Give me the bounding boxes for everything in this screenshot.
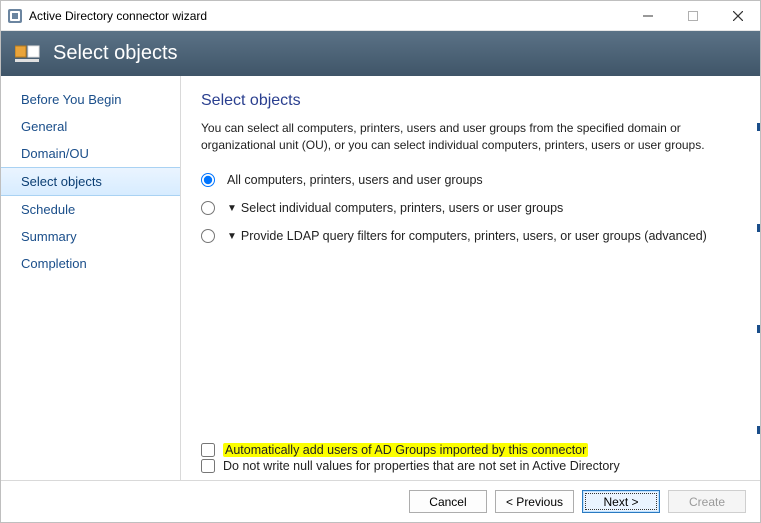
selection-mode-group: All computers, printers, users and user … xyxy=(201,173,746,243)
checkbox-option-1[interactable]: Do not write null values for properties … xyxy=(201,458,746,474)
sidebar-item-domain-ou[interactable]: Domain/OU xyxy=(1,140,180,167)
radio-input-1[interactable] xyxy=(201,201,215,215)
sidebar-item-schedule[interactable]: Schedule xyxy=(1,196,180,223)
checkbox-option-0[interactable]: Automatically add users of AD Groups imp… xyxy=(201,442,746,458)
checkbox-input-0[interactable] xyxy=(201,443,215,457)
chevron-down-icon: ▼ xyxy=(227,231,237,242)
radio-input-0[interactable] xyxy=(201,173,215,187)
edge-marker xyxy=(757,325,760,333)
radio-option-0[interactable]: All computers, printers, users and user … xyxy=(201,173,746,187)
banner: Select objects xyxy=(1,31,760,76)
checkbox-label: Automatically add users of AD Groups imp… xyxy=(223,443,588,457)
radio-text: Select individual computers, printers, u… xyxy=(241,201,563,215)
radio-option-2[interactable]: ▼ Provide LDAP query filters for computer… xyxy=(201,229,746,243)
edge-marker xyxy=(757,123,760,131)
titlebar-left: Active Directory connector wizard xyxy=(7,8,207,24)
previous-button[interactable]: < Previous xyxy=(495,490,574,513)
cancel-button[interactable]: Cancel xyxy=(409,490,487,513)
create-button[interactable]: Create xyxy=(668,490,746,513)
app-icon xyxy=(7,8,23,24)
radio-label: ▼ Select individual computers, printers, … xyxy=(227,201,563,215)
radio-label: ▼ Provide LDAP query filters for computer… xyxy=(227,229,707,243)
sidebar-item-before-you-begin[interactable]: Before You Begin xyxy=(1,86,180,113)
right-edge-hints xyxy=(757,76,760,480)
content-title: Select objects xyxy=(201,92,746,110)
edge-marker xyxy=(757,224,760,232)
checkbox-input-1[interactable] xyxy=(201,459,215,473)
options-group: Automatically add users of AD Groups imp… xyxy=(201,442,746,474)
content-panel: Select objects You can select all comput… xyxy=(181,76,760,480)
content-description: You can select all computers, printers, … xyxy=(201,120,746,155)
edge-marker xyxy=(757,426,760,434)
radio-text: Provide LDAP query filters for computers… xyxy=(241,229,707,243)
sidebar-item-completion[interactable]: Completion xyxy=(1,250,180,277)
chevron-down-icon: ▼ xyxy=(227,203,237,214)
banner-title: Select objects xyxy=(53,42,178,65)
close-button[interactable] xyxy=(715,1,760,30)
wizard-window: Active Directory connector wizard Select… xyxy=(0,0,761,523)
sidebar-item-select-objects[interactable]: Select objects xyxy=(1,167,180,196)
radio-label: All computers, printers, users and user … xyxy=(227,173,483,187)
select-objects-icon xyxy=(15,43,43,65)
next-button[interactable]: Next > xyxy=(582,490,660,513)
content-spacer xyxy=(201,243,746,442)
sidebar: Before You BeginGeneralDomain/OUSelect o… xyxy=(1,76,181,480)
radio-input-2[interactable] xyxy=(201,229,215,243)
checkbox-label: Do not write null values for properties … xyxy=(223,459,620,473)
window-controls xyxy=(625,1,760,30)
footer: Cancel < Previous Next > Create xyxy=(1,480,760,522)
radio-option-1[interactable]: ▼ Select individual computers, printers, … xyxy=(201,201,746,215)
titlebar: Active Directory connector wizard xyxy=(1,1,760,31)
sidebar-item-general[interactable]: General xyxy=(1,113,180,140)
sidebar-item-summary[interactable]: Summary xyxy=(1,223,180,250)
radio-text: All computers, printers, users and user … xyxy=(227,173,483,187)
maximize-button xyxy=(670,1,715,30)
minimize-button[interactable] xyxy=(625,1,670,30)
window-title: Active Directory connector wizard xyxy=(29,9,207,23)
wizard-body: Before You BeginGeneralDomain/OUSelect o… xyxy=(1,76,760,480)
